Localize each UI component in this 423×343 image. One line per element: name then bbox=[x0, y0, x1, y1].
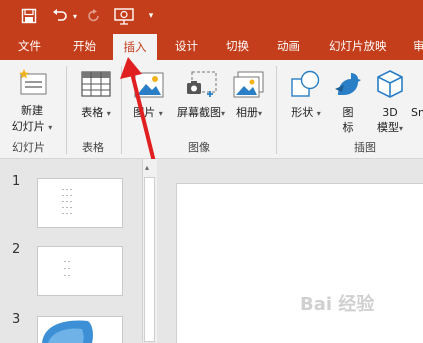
group-divider bbox=[66, 66, 67, 154]
title-bar: ▾ ▾ bbox=[0, 0, 423, 32]
group-divider bbox=[276, 66, 277, 154]
tab-design[interactable]: 设计 bbox=[175, 32, 198, 60]
slide-image bbox=[42, 320, 93, 343]
photo-album-button[interactable]: 相册▾ bbox=[230, 66, 268, 126]
chevron-down-icon: ▾ bbox=[257, 109, 262, 118]
customize-qat-icon[interactable]: ▾ bbox=[145, 8, 157, 24]
tab-file[interactable]: 文件 bbox=[18, 32, 41, 60]
smartart-button[interactable]: Sn bbox=[411, 66, 423, 126]
cube-icon bbox=[377, 70, 403, 98]
tab-slideshow[interactable]: 幻灯片放映 bbox=[329, 32, 387, 60]
shapes-button[interactable]: 形状 ▾ bbox=[284, 66, 328, 126]
bird-icon bbox=[335, 73, 361, 95]
thumbnail-scrollbar[interactable]: ▴ bbox=[142, 159, 157, 342]
slide-number: 1 bbox=[12, 174, 21, 189]
screenshot-icon bbox=[187, 71, 217, 97]
ribbon-tabs: 文件 开始 插入 设计 切换 动画 幻灯片放映 审 bbox=[0, 32, 423, 60]
save-icon[interactable] bbox=[20, 8, 38, 24]
3d-models-label-2: 模型 bbox=[376, 121, 399, 134]
undo-icon[interactable] bbox=[50, 8, 70, 24]
icons-button[interactable]: 图 标 bbox=[332, 66, 364, 138]
screenshot-label: 屏幕截图 bbox=[176, 106, 221, 119]
chevron-down-icon: ▾ bbox=[48, 123, 53, 132]
new-slide-button[interactable]: 新建 幻灯片 ▾ bbox=[6, 66, 58, 136]
tab-home[interactable]: 开始 bbox=[73, 32, 96, 60]
slide-canvas[interactable] bbox=[176, 183, 423, 343]
chevron-down-icon: ▾ bbox=[398, 124, 403, 133]
undo-dropdown-icon[interactable]: ▾ bbox=[71, 8, 79, 24]
tab-animations[interactable]: 动画 bbox=[277, 32, 300, 60]
group-label-slides: 幻灯片 bbox=[12, 141, 45, 154]
present-from-start-icon[interactable] bbox=[113, 8, 135, 26]
tab-transitions[interactable]: 切换 bbox=[226, 32, 249, 60]
tab-review[interactable]: 审 bbox=[413, 32, 423, 60]
slide-thumbnail[interactable] bbox=[37, 316, 123, 343]
screenshot-button[interactable]: 屏幕截图▾ bbox=[172, 66, 230, 126]
chevron-down-icon: ▾ bbox=[106, 109, 111, 118]
chevron-down-icon: ▾ bbox=[316, 109, 321, 118]
3d-models-label-1: 3D bbox=[382, 106, 398, 119]
group-label-illustrations: 插图 bbox=[354, 141, 376, 154]
scrollbar-thumb[interactable] bbox=[144, 177, 155, 342]
icons-label-2: 标 bbox=[342, 121, 354, 134]
slide-thumbnail[interactable] bbox=[37, 246, 123, 296]
slide-thumbnail[interactable] bbox=[37, 178, 123, 228]
new-slide-label-1: 新建 bbox=[21, 104, 43, 117]
scroll-up-icon[interactable]: ▴ bbox=[145, 163, 149, 172]
slide-number: 2 bbox=[12, 242, 21, 257]
new-slide-icon bbox=[19, 69, 47, 95]
slide-number: 3 bbox=[12, 312, 21, 327]
chevron-down-icon: ▾ bbox=[220, 109, 225, 118]
group-label-tables: 表格 bbox=[82, 141, 104, 154]
smartart-label: Sn bbox=[411, 106, 423, 119]
table-label: 表格 bbox=[81, 106, 104, 119]
watermark: Bai 经验 bbox=[300, 294, 375, 315]
table-icon bbox=[81, 71, 111, 97]
photo-album-label: 相册 bbox=[235, 106, 258, 119]
shapes-label: 形状 bbox=[291, 106, 314, 119]
shapes-icon bbox=[291, 70, 320, 97]
icons-label-1: 图 bbox=[342, 106, 354, 119]
table-button[interactable]: 表格 ▾ bbox=[74, 66, 118, 126]
photo-album-icon bbox=[233, 71, 264, 98]
new-slide-label-2: 幻灯片 bbox=[11, 120, 45, 133]
3d-models-button[interactable]: 3D 模型▾ bbox=[370, 66, 410, 138]
annotation-arrow bbox=[120, 57, 158, 172]
redo-icon[interactable] bbox=[86, 8, 102, 24]
group-label-images: 图像 bbox=[188, 141, 210, 154]
